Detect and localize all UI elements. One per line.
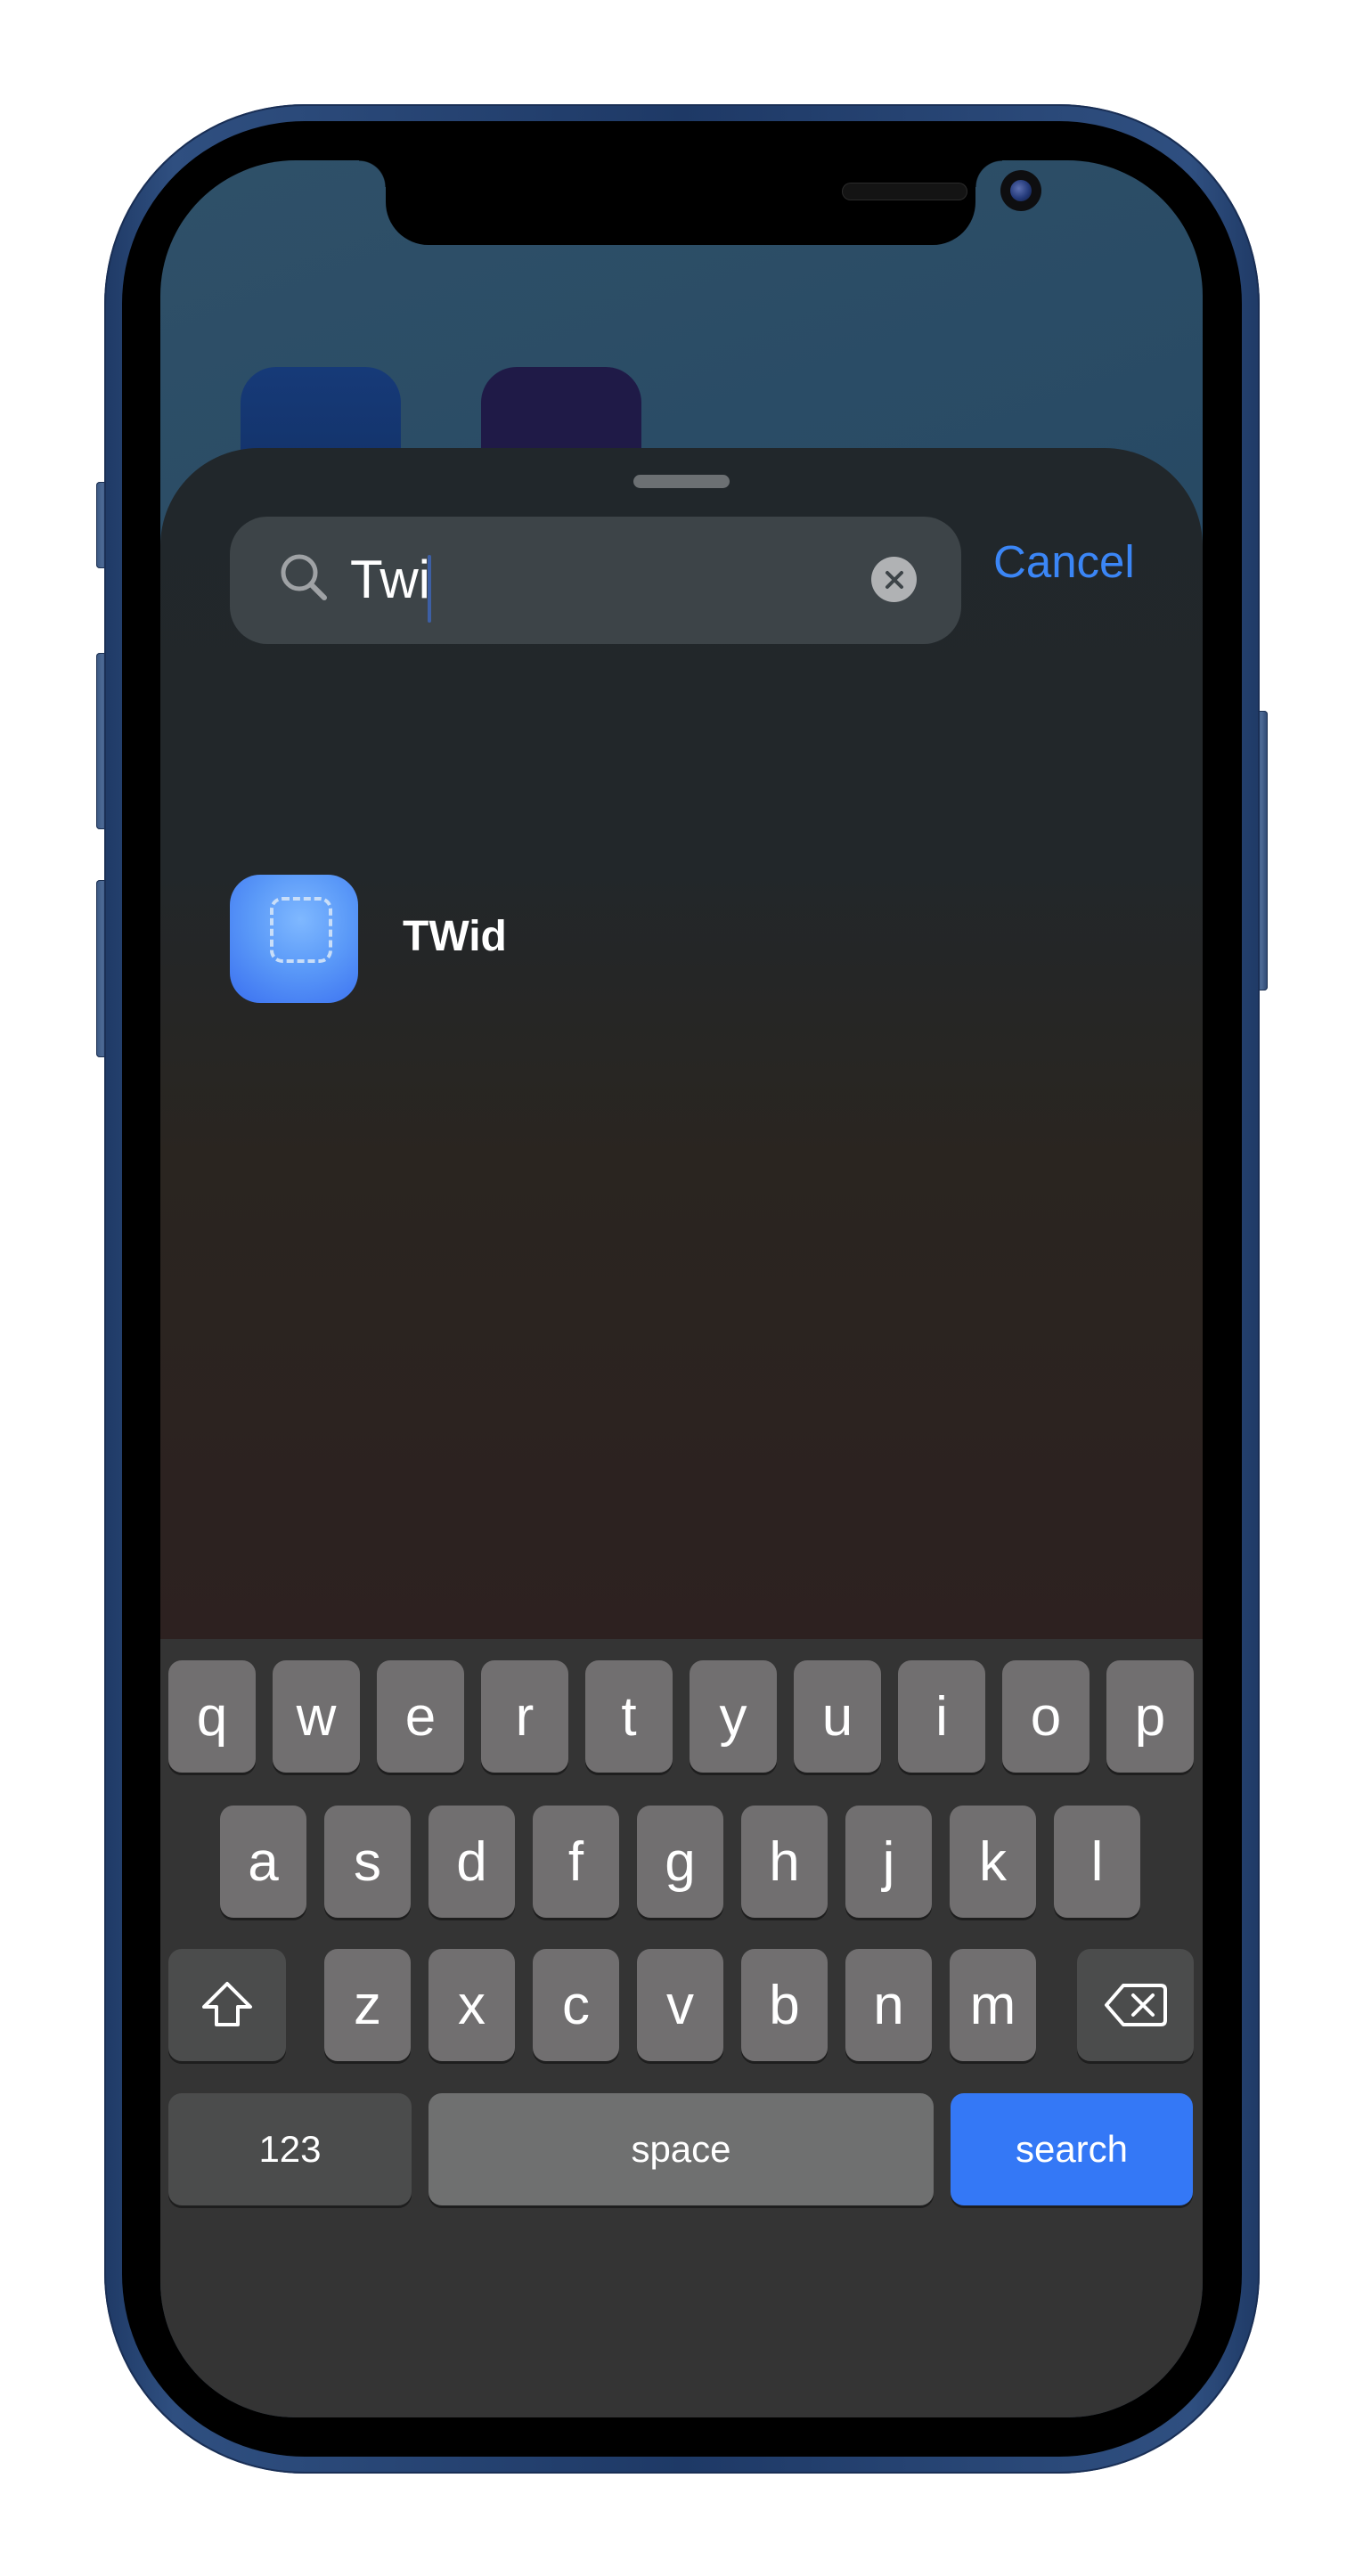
key-x[interactable]: x bbox=[428, 1949, 515, 2061]
numbers-key[interactable]: 123 bbox=[168, 2093, 412, 2205]
key-c[interactable]: c bbox=[533, 1949, 619, 2061]
key-o[interactable]: o bbox=[1002, 1660, 1090, 1773]
delete-icon bbox=[1104, 1984, 1167, 2026]
cancel-button[interactable]: Cancel bbox=[993, 534, 1135, 591]
search-input[interactable]: Twi bbox=[230, 517, 961, 644]
search-icon bbox=[281, 554, 327, 600]
key-d[interactable]: d bbox=[428, 1806, 515, 1918]
key-y[interactable]: y bbox=[690, 1660, 777, 1773]
key-u[interactable]: u bbox=[794, 1660, 881, 1773]
phone-screen: p i d g e Twi Cancel TWid bbox=[160, 160, 1203, 2417]
key-r[interactable]: r bbox=[481, 1660, 568, 1773]
key-h[interactable]: h bbox=[741, 1806, 828, 1918]
sheet-grabber-handle[interactable] bbox=[633, 475, 730, 488]
key-w[interactable]: w bbox=[273, 1660, 360, 1773]
key-g[interactable]: g bbox=[637, 1806, 723, 1918]
search-input-value[interactable]: Twi bbox=[350, 548, 430, 612]
key-t[interactable]: t bbox=[585, 1660, 673, 1773]
search-result-label[interactable]: TWid bbox=[403, 910, 507, 964]
shift-icon bbox=[202, 1982, 252, 2026]
key-v[interactable]: v bbox=[637, 1949, 723, 2061]
key-z[interactable]: z bbox=[324, 1949, 411, 2061]
key-n[interactable]: n bbox=[845, 1949, 932, 2061]
key-m[interactable]: m bbox=[950, 1949, 1036, 2061]
front-camera bbox=[1000, 170, 1041, 211]
search-result-item[interactable]: TWid bbox=[230, 875, 1121, 1003]
widget-search-sheet: Twi Cancel TWid bbox=[160, 448, 1203, 1639]
clear-search-button[interactable] bbox=[871, 557, 917, 602]
text-caret bbox=[428, 555, 431, 623]
key-f[interactable]: f bbox=[533, 1806, 619, 1918]
search-key[interactable]: search bbox=[951, 2093, 1193, 2205]
shift-key[interactable] bbox=[168, 1949, 286, 2061]
earpiece-speaker bbox=[842, 183, 967, 200]
key-e[interactable]: e bbox=[377, 1660, 464, 1773]
key-i[interactable]: i bbox=[898, 1660, 985, 1773]
key-j[interactable]: j bbox=[845, 1806, 932, 1918]
key-l[interactable]: l bbox=[1054, 1806, 1140, 1918]
key-a[interactable]: a bbox=[220, 1806, 306, 1918]
key-s[interactable]: s bbox=[324, 1806, 411, 1918]
key-p[interactable]: p bbox=[1106, 1660, 1194, 1773]
key-b[interactable]: b bbox=[741, 1949, 828, 2061]
delete-key[interactable] bbox=[1077, 1949, 1194, 2061]
key-q[interactable]: q bbox=[168, 1660, 256, 1773]
keyboard: qwertyuiop asdfghjkl zxcvbnm 123 space s… bbox=[160, 1639, 1203, 2417]
clear-circle-icon bbox=[885, 570, 903, 589]
twid-app-icon[interactable] bbox=[230, 875, 358, 1003]
space-key[interactable]: space bbox=[428, 2093, 934, 2205]
notch bbox=[359, 160, 1041, 245]
key-k[interactable]: k bbox=[950, 1806, 1036, 1918]
